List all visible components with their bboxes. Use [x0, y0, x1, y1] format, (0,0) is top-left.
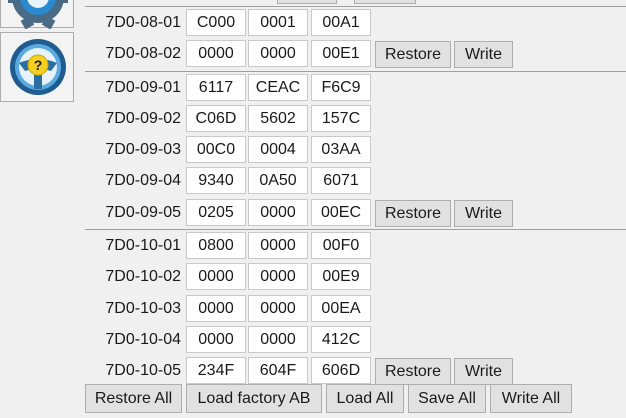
register-value-field[interactable]: 6117: [186, 73, 246, 101]
gear-icon: [8, 0, 68, 29]
register-value-field[interactable]: 0800: [186, 232, 246, 260]
top-strip: [85, 0, 626, 5]
register-address: 7D0-10-01: [105, 237, 181, 255]
register-value-field[interactable]: 0000: [248, 263, 308, 291]
register-address: 7D0-09-01: [105, 78, 181, 96]
register-value-field[interactable]: 00EC: [311, 198, 371, 226]
register-value-field[interactable]: 0004: [248, 136, 308, 164]
register-value-field[interactable]: CEAC: [248, 73, 308, 101]
write-button[interactable]: Write: [454, 199, 513, 227]
save-all-button[interactable]: Save All: [408, 384, 486, 413]
register-address: 7D0-09-04: [105, 172, 181, 190]
register-group: 7D0-08-01 C000 0001 00A1 7D0-08-02 0000 0000 00…: [85, 6, 626, 70]
register-value-field[interactable]: 5602: [248, 104, 308, 132]
register-row: 7D0-08-01 C000 0001 00A1: [85, 7, 626, 38]
register-value-field[interactable]: 00F0: [311, 232, 371, 260]
register-panel: 7D0-08-01 C000 0001 00A1 7D0-08-02 0000 0000 00…: [85, 0, 626, 418]
register-value-field[interactable]: 00E9: [311, 263, 371, 291]
register-row: 7D0-09-04 9340 0A50 6071: [85, 165, 626, 196]
register-value-field[interactable]: C000: [186, 9, 246, 36]
restore-button[interactable]: Restore: [375, 199, 451, 227]
restore-button[interactable]: Restore: [375, 41, 451, 69]
sidebar: ?: [0, 0, 76, 418]
register-value-field[interactable]: 0000: [186, 325, 246, 353]
register-row: 7D0-09-05 0205 0000 00EC Restore Write: [85, 197, 626, 228]
register-address: 7D0-08-01: [105, 14, 181, 31]
help-button[interactable]: ?: [0, 32, 74, 102]
register-row: 7D0-09-03 00C0 0004 03AA: [85, 134, 626, 165]
register-address: 7D0-09-03: [105, 141, 181, 159]
register-value-field[interactable]: 9340: [186, 167, 246, 195]
register-address: 7D0-09-02: [105, 109, 181, 127]
register-value-field[interactable]: 6071: [311, 167, 371, 195]
clipped-button-2[interactable]: [354, 0, 416, 4]
register-group: 7D0-10-01 0800 0000 00F0 7D0-10-02 0000 0000 00…: [85, 229, 626, 387]
register-value-field[interactable]: 0000: [186, 294, 246, 322]
write-button[interactable]: Write: [454, 41, 513, 69]
register-row: 7D0-10-01 0800 0000 00F0: [85, 230, 626, 261]
register-value-field[interactable]: 00C0: [186, 136, 246, 164]
clipped-button-1[interactable]: [277, 0, 337, 4]
load-factory-ab-button[interactable]: Load factory AB: [186, 384, 322, 413]
write-all-button[interactable]: Write All: [490, 384, 572, 413]
register-value-field[interactable]: 0001: [248, 9, 308, 36]
register-value-field[interactable]: 0000: [248, 294, 308, 322]
register-value-field[interactable]: 0000: [186, 263, 246, 291]
register-value-field[interactable]: 234F: [186, 357, 246, 385]
register-value-field[interactable]: 00E1: [311, 40, 371, 68]
register-row: 7D0-09-01 6117 CEAC F6C9: [85, 72, 626, 103]
register-address: 7D0-10-04: [105, 330, 181, 348]
register-value-field[interactable]: 412C: [311, 325, 371, 353]
register-row: 7D0-10-03 0000 0000 00EA: [85, 293, 626, 324]
register-value-field[interactable]: 606D: [311, 357, 371, 385]
register-value-field[interactable]: C06D: [186, 104, 246, 132]
register-address: 7D0-08-02: [105, 45, 181, 63]
register-value-field[interactable]: 0000: [248, 198, 308, 226]
register-group: 7D0-09-01 6117 CEAC F6C9 7D0-09-02 C06D 5602 15…: [85, 70, 626, 229]
register-address: 7D0-10-03: [105, 299, 181, 317]
register-value-field[interactable]: 0000: [248, 325, 308, 353]
register-value-field[interactable]: 0205: [186, 198, 246, 226]
register-value-field[interactable]: 604F: [248, 357, 308, 385]
help-glyph: ?: [34, 57, 43, 73]
load-all-button[interactable]: Load All: [326, 384, 404, 413]
register-value-field[interactable]: 00A1: [311, 9, 371, 36]
register-value-field[interactable]: 0A50: [248, 167, 308, 195]
register-address: 7D0-10-05: [105, 362, 181, 380]
write-button[interactable]: Write: [454, 358, 513, 386]
register-row: 7D0-08-02 0000 0000 00E1 Restore Write: [85, 38, 626, 69]
help-steering-icon: ?: [10, 39, 66, 95]
register-value-field[interactable]: F6C9: [311, 73, 371, 101]
register-value-field[interactable]: 0000: [248, 232, 308, 260]
footer-toolbar: Restore All Load factory AB Load All Sav…: [85, 384, 626, 416]
register-address: 7D0-09-05: [105, 203, 181, 221]
register-value-field[interactable]: 00EA: [311, 294, 371, 322]
register-value-field[interactable]: 157C: [311, 104, 371, 132]
register-value-field[interactable]: 0000: [186, 40, 246, 68]
register-row: 7D0-10-05 234F 604F 606D Restore Write: [85, 355, 626, 386]
register-value-field[interactable]: 0000: [248, 40, 308, 68]
settings-button[interactable]: [0, 0, 74, 29]
register-row: 7D0-10-02 0000 0000 00E9: [85, 261, 626, 292]
register-row: 7D0-09-02 C06D 5602 157C: [85, 103, 626, 134]
register-value-field[interactable]: 03AA: [311, 136, 371, 164]
restore-button[interactable]: Restore: [375, 358, 451, 386]
register-address: 7D0-10-02: [105, 268, 181, 286]
register-row: 7D0-10-04 0000 0000 412C: [85, 324, 626, 355]
restore-all-button[interactable]: Restore All: [85, 384, 182, 413]
